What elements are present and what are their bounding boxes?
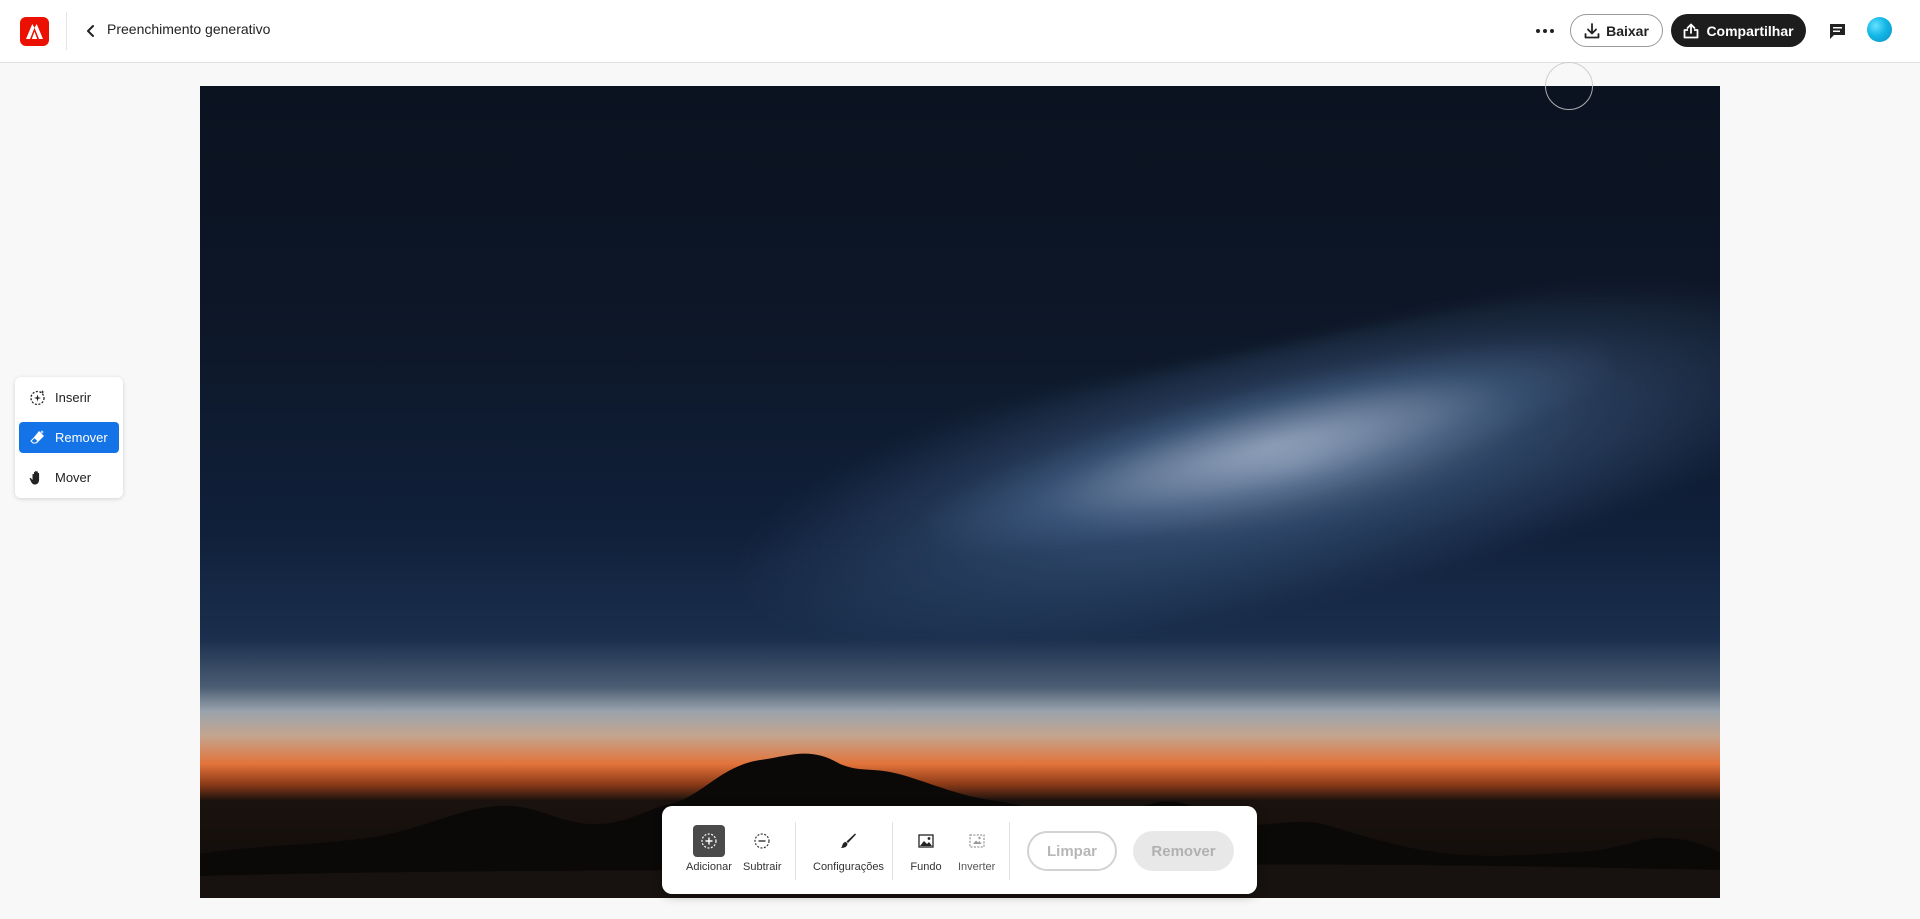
image-icon — [910, 825, 942, 857]
selection-toolbar: Adicionar Subtrair Configurações Fundo I… — [662, 806, 1257, 894]
header-divider — [66, 12, 67, 50]
user-avatar[interactable] — [1867, 17, 1892, 42]
add-label: Adicionar — [686, 861, 732, 873]
tool-move[interactable]: Mover — [19, 462, 119, 493]
toolbar-divider — [795, 822, 796, 880]
brush-icon — [832, 825, 864, 857]
insert-sparkle-icon — [30, 390, 45, 406]
download-button[interactable]: Baixar — [1570, 14, 1663, 47]
tool-remove[interactable]: Remover — [19, 422, 119, 453]
subtract-label: Subtrair — [743, 861, 782, 873]
invert-selection-icon — [961, 825, 993, 857]
remove-button[interactable]: Remover — [1133, 831, 1234, 871]
toolbar-divider — [892, 822, 893, 880]
more-options-button[interactable] — [1530, 16, 1560, 46]
page-title: Preenchimento generativo — [107, 21, 271, 37]
settings-button[interactable]: Configurações — [813, 825, 884, 873]
top-header: Preenchimento generativo Baixar Comparti… — [0, 0, 1920, 63]
download-label: Baixar — [1606, 22, 1649, 39]
ellipsis-icon — [1536, 29, 1554, 33]
toolbar-divider — [1009, 822, 1010, 880]
tool-move-label: Mover — [55, 470, 92, 485]
brush-cursor — [1545, 62, 1593, 110]
clear-button[interactable]: Limpar — [1027, 831, 1117, 871]
back-button[interactable] — [78, 18, 104, 44]
subtract-selection-icon — [746, 825, 778, 857]
eraser-icon — [30, 430, 44, 444]
invert-button[interactable]: Inverter — [958, 825, 995, 873]
add-button[interactable]: Adicionar — [686, 825, 732, 873]
chevron-left-icon — [87, 25, 94, 37]
settings-label: Configurações — [813, 861, 884, 873]
download-icon — [1584, 22, 1600, 38]
share-label: Compartilhar — [1706, 22, 1794, 39]
tool-insert[interactable]: Inserir — [19, 382, 119, 413]
subtract-button[interactable]: Subtrair — [743, 825, 782, 873]
hand-icon — [29, 470, 40, 485]
comments-button[interactable] — [1822, 16, 1852, 46]
invert-label: Inverter — [958, 861, 996, 873]
share-button[interactable]: Compartilhar — [1671, 14, 1806, 47]
add-selection-icon — [692, 825, 725, 857]
share-icon — [1684, 23, 1699, 38]
background-label: Fundo — [910, 861, 942, 873]
comment-icon — [1829, 23, 1845, 39]
adobe-logo-icon[interactable] — [20, 17, 49, 46]
tool-insert-label: Inserir — [55, 390, 92, 405]
image-canvas[interactable] — [200, 86, 1720, 898]
background-button[interactable]: Fundo — [910, 825, 942, 873]
tool-remove-label: Remover — [55, 430, 108, 445]
tool-panel: Inserir Remover Mover — [15, 377, 123, 498]
